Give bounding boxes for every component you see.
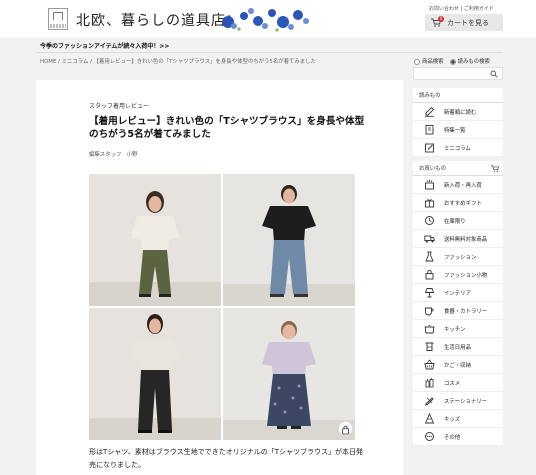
cup-icon xyxy=(425,307,434,316)
photo-model-3[interactable] xyxy=(89,308,221,440)
header-links[interactable]: お問い合わせ | ご利用ガイド xyxy=(429,5,494,12)
truck-icon xyxy=(424,235,435,243)
sidebar-item-minicolumn[interactable]: ミニコラム xyxy=(413,139,503,157)
site-title[interactable]: 北欧、暮らしの道具店® xyxy=(76,10,233,30)
toy-icon xyxy=(424,413,435,424)
site-header: 北欧、暮らしの道具店® お問い合わせ | ご利用ガイド 0 カートを見る xyxy=(0,0,536,38)
cart-button-label: カートを見る xyxy=(447,18,489,27)
sidebar-item-tableware[interactable]: 食器・カトラリー xyxy=(413,302,503,320)
sidebar-item-features[interactable]: 特集一覧 xyxy=(413,121,503,139)
article-body: 形はTシャツ、素材はブラウス生地でできたオリジナルの「Tシャツブラウス」が本日発… xyxy=(89,448,363,469)
sidebar-item-baskets[interactable]: かご・収納 xyxy=(413,356,503,374)
more-icon xyxy=(425,432,434,441)
sidebar-item-cosmetics[interactable]: コスメ xyxy=(413,374,503,392)
bag-icon xyxy=(425,269,434,280)
article-panel: スタッフ着用レビュー 【着用レビュー】きれい色の「Tシャツブラウス」を身長や体型… xyxy=(36,80,403,475)
sidebar-item-gift[interactable]: おすすめギフト xyxy=(413,194,503,212)
shop-bag-button[interactable] xyxy=(338,421,353,436)
sidebar-item-limited-stock[interactable]: 在庫限り xyxy=(413,212,503,230)
cart-count-badge: 0 xyxy=(438,16,444,22)
radio-articles[interactable]: 読みもの検索 xyxy=(449,57,490,65)
article-title: 【着用レビュー】きれい色の「Tシャツブラウス」を身長や体型のちがう5名が着てみま… xyxy=(89,116,365,140)
gift-icon xyxy=(425,198,434,208)
sparkle-box-icon xyxy=(425,179,434,190)
pen-icon xyxy=(425,397,434,406)
pot-icon xyxy=(424,325,435,334)
book-icon xyxy=(425,125,434,135)
photo-model-4[interactable] xyxy=(223,308,355,440)
photo-model-2[interactable] xyxy=(223,174,355,306)
sidebar-item-interior[interactable]: インテリア xyxy=(413,284,503,302)
sidebar-item-new-arrivals[interactable]: 新入荷・再入荷 xyxy=(413,176,503,194)
clock-icon xyxy=(425,216,434,225)
cart-button[interactable]: 0 カートを見る xyxy=(425,14,503,31)
sidebar-item-fashion[interactable]: ファッション xyxy=(413,248,503,266)
breadcrumb[interactable]: HOME / ミニコラム / 【着用レビュー】きれい色の「Tシャツブラウス」を身… xyxy=(40,57,316,65)
article-author: 編集スタッフ 小野 xyxy=(89,152,138,158)
search-input[interactable] xyxy=(413,67,503,80)
radio-products[interactable]: 商品検索 xyxy=(414,57,444,65)
basket-icon xyxy=(424,359,435,370)
sidebar-item-kitchen[interactable]: キッチン xyxy=(413,320,503,338)
sidebar: 読みもの 新着順に読む 特集一覧 ミニコラム お買いもの 新入荷・再入荷 おすす… xyxy=(413,88,503,446)
sidebar-item-new[interactable]: 新着順に読む xyxy=(413,103,503,121)
lamp-icon xyxy=(424,288,435,298)
flower-decoration-icon xyxy=(222,8,309,32)
search-icon[interactable] xyxy=(490,70,498,78)
pencil-icon xyxy=(425,106,435,117)
sidebar-item-other[interactable]: その他 xyxy=(413,428,503,446)
cart-icon xyxy=(491,165,499,172)
sidebar-item-fashion-accessories[interactable]: ファッション小物 xyxy=(413,266,503,284)
note-icon xyxy=(425,143,434,153)
sidebar-item-daily-goods[interactable]: 生活日用品 xyxy=(413,338,503,356)
shopping-bag-icon xyxy=(342,425,349,435)
towel-icon xyxy=(425,342,434,351)
sidebar-item-free-shipping[interactable]: 送料無料対象商品 xyxy=(413,230,503,248)
dress-icon xyxy=(425,251,434,262)
house-icon xyxy=(53,12,63,20)
site-logo[interactable] xyxy=(48,8,68,30)
article-kicker: スタッフ着用レビュー xyxy=(89,103,150,110)
photo-grid xyxy=(89,174,356,442)
sidebar-heading-reading: 読みもの xyxy=(413,88,503,103)
photo-model-1[interactable] xyxy=(89,174,221,306)
search-mode-selector: 商品検索 読みもの検索 xyxy=(414,57,490,65)
promo-link[interactable]: 今季のファッションアイテムが続々入荷中！>> xyxy=(40,41,169,50)
sidebar-heading-shopping: お買いもの xyxy=(413,161,503,176)
bottle-icon xyxy=(425,378,434,388)
sidebar-item-kids[interactable]: キッズ xyxy=(413,410,503,428)
divider xyxy=(36,52,503,53)
sidebar-item-stationery[interactable]: ステーショナリー xyxy=(413,392,503,410)
